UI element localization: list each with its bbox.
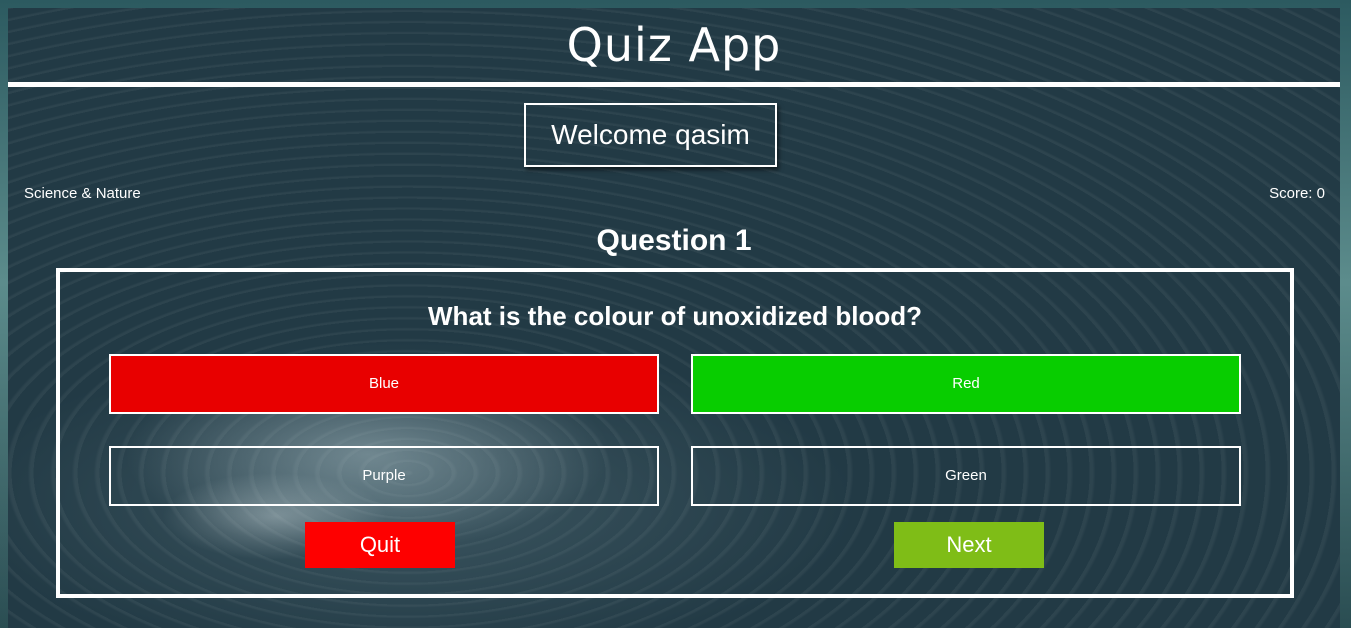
question-text: What is the colour of unoxidized blood? xyxy=(428,301,922,331)
welcome-banner: Welcome qasim xyxy=(524,103,777,167)
question-number-heading: Question 1 xyxy=(596,224,752,257)
quiz-card: What is the colour of unoxidized blood? … xyxy=(56,268,1294,598)
answer-option-red[interactable]: Red xyxy=(691,354,1241,414)
answer-option-green[interactable]: Green xyxy=(691,446,1241,506)
app-frame: Quiz App Welcome qasim Science & Nature … xyxy=(8,8,1340,628)
category-label: Science & Nature xyxy=(24,185,141,202)
score-label: Score: 0 xyxy=(1269,185,1325,202)
app-header: Quiz App xyxy=(8,8,1340,87)
answer-option-blue[interactable]: Blue xyxy=(109,354,659,414)
quit-button[interactable]: Quit xyxy=(305,522,455,568)
answer-option-purple[interactable]: Purple xyxy=(109,446,659,506)
app-title: Quiz App xyxy=(566,18,782,72)
next-button[interactable]: Next xyxy=(894,522,1044,568)
